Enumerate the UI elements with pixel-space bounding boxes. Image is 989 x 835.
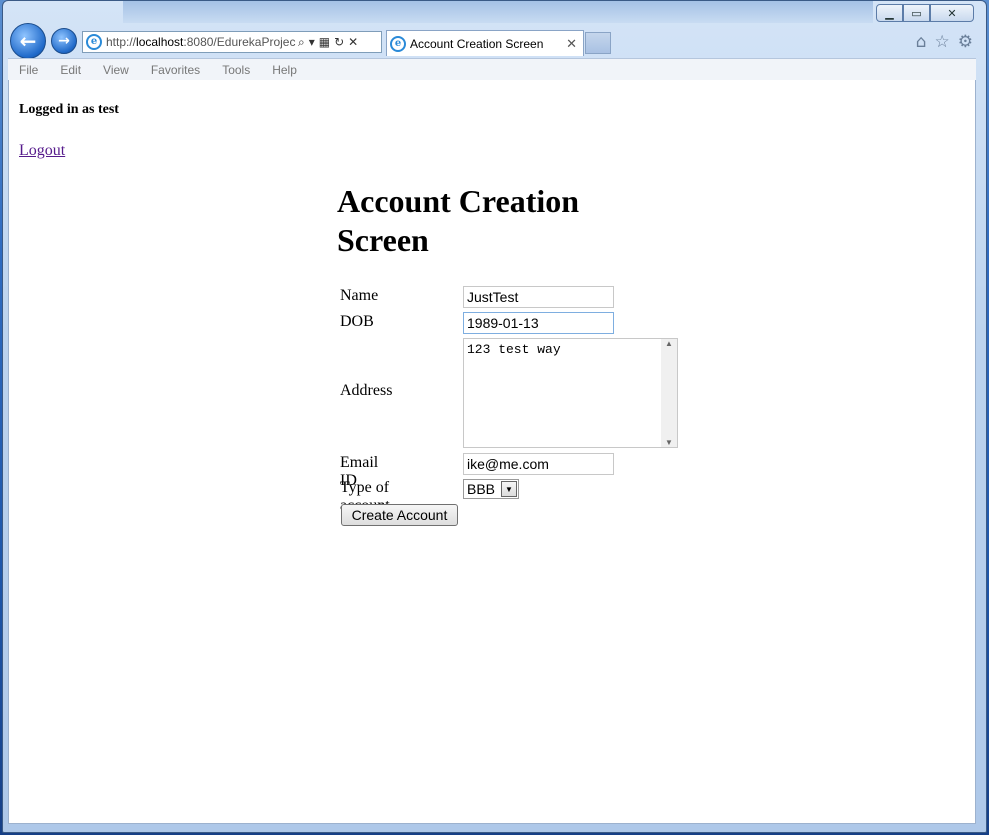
close-button[interactable]: ✕ [930,4,974,22]
account-type-select[interactable]: BBB ▼ [463,479,519,499]
address-bar[interactable]: e http://localhost:8080/EdurekaProjec ⌕ … [82,31,382,53]
dropdown-arrow-icon[interactable]: ▾ [309,35,315,50]
menu-tools[interactable]: Tools [211,63,261,77]
url-host: localhost [136,35,184,49]
back-button[interactable]: ← [10,23,46,59]
stop-icon[interactable]: ✕ [348,35,358,50]
favorites-star-icon[interactable]: ☆ [935,32,950,52]
refresh-icon[interactable]: ↻ [334,35,344,50]
logged-in-text: Logged in as test [19,102,119,117]
compatibility-view-icon[interactable]: ▦ [319,35,330,50]
account-type-value: BBB [467,481,496,497]
menu-favorites[interactable]: Favorites [140,63,211,77]
address-wrapper: 123 test way ▲ ▼ [463,338,678,448]
ie-page-icon: e [86,34,102,50]
url-text[interactable]: http://localhost:8080/EdurekaProjec [106,35,296,49]
scroll-up-icon[interactable]: ▲ [665,339,673,348]
page-title: Account Creation Screen [337,183,580,258]
window-controls: ▁ ▭ ✕ [876,4,974,22]
forward-button[interactable]: → [51,28,77,54]
title-bar [123,1,873,23]
menu-edit[interactable]: Edit [49,63,92,77]
create-account-button[interactable]: Create Account [341,504,458,526]
address-label: Address [340,382,393,399]
toolbar-right: ⌂ ☆ ⚙ [916,32,973,52]
new-tab-button[interactable] [585,32,611,54]
name-label: Name [340,287,379,304]
email-input[interactable] [463,453,614,475]
search-icon[interactable]: ⌕ [298,35,305,50]
menu-help[interactable]: Help [261,63,308,77]
home-icon[interactable]: ⌂ [916,32,927,52]
arrow-right-icon: → [58,33,70,49]
tab-title: Account Creation Screen [410,36,544,51]
minimize-button[interactable]: ▁ [876,4,903,22]
tab-account-creation[interactable]: e Account Creation Screen ✕ [386,30,584,56]
dob-input[interactable] [463,312,614,334]
menu-file[interactable]: File [8,63,49,77]
url-path: :8080/EdurekaProjec [183,35,296,49]
menu-view[interactable]: View [92,63,140,77]
gear-icon[interactable]: ⚙ [958,32,973,52]
menu-bar: File Edit View Favorites Tools Help [8,58,976,81]
chevron-down-icon[interactable]: ▼ [501,481,517,497]
logout-link[interactable]: Logout [19,142,65,160]
maximize-button[interactable]: ▭ [903,4,930,22]
address-scrollbar[interactable]: ▲ ▼ [661,339,677,447]
url-scheme: http:// [106,35,137,49]
name-input[interactable] [463,286,614,308]
address-textarea[interactable]: 123 test way [463,338,678,448]
ie-tab-icon: e [390,35,406,52]
arrow-left-icon: ← [19,29,37,53]
address-tools: ⌕ ▾ ▦ ↻ ✕ [298,35,358,50]
scroll-down-icon[interactable]: ▼ [665,438,673,447]
tab-close-icon[interactable]: ✕ [566,36,577,52]
dob-label: DOB [340,313,374,330]
page-content: Logged in as test Logout Account Creatio… [8,80,976,824]
